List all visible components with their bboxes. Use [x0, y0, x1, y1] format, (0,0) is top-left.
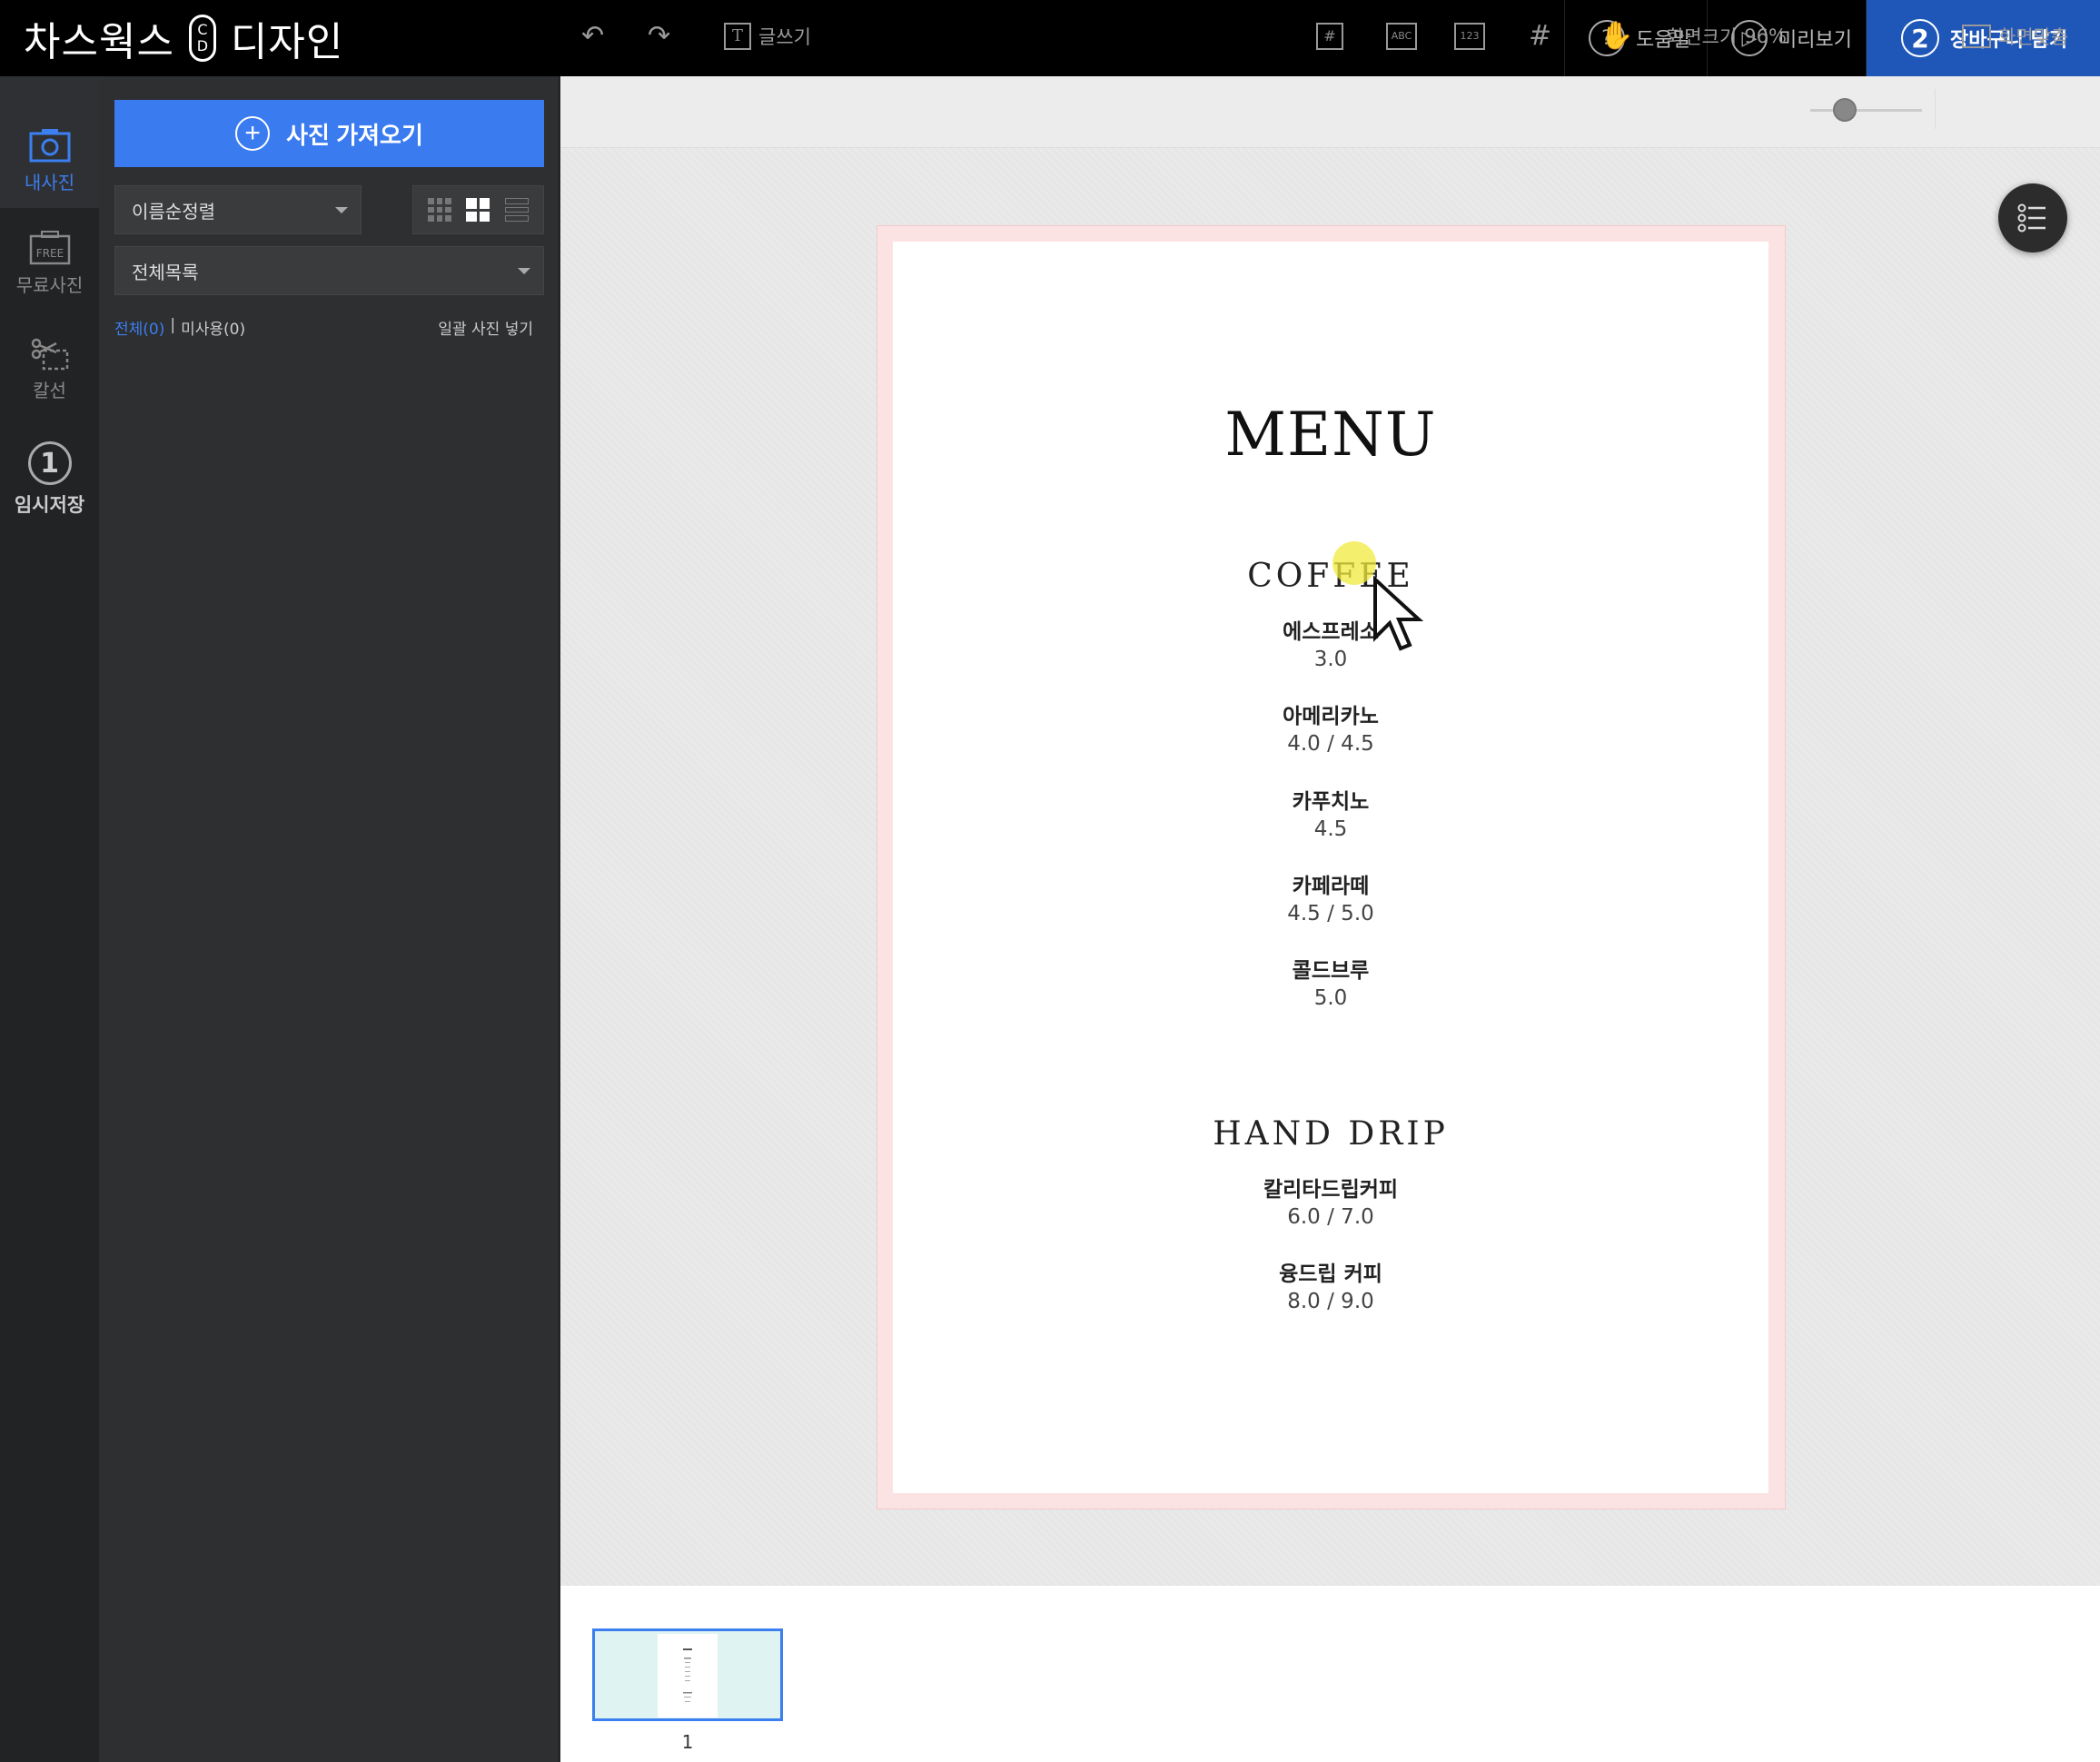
- hand-icon: ✋: [1600, 20, 1634, 52]
- layer-list-button[interactable]: [1998, 183, 2067, 252]
- fit-screen-button[interactable]: 화면맞춤: [1962, 0, 2068, 72]
- rail-item-my-photos[interactable]: 내사진: [0, 76, 99, 208]
- menu-item[interactable]: 칼리타드립커피 6.0 / 7.0: [893, 1176, 1768, 1231]
- write-text-button[interactable]: T 글쓰기: [724, 0, 811, 72]
- step-one-icon: 1: [27, 441, 72, 485]
- toolbar-divider: [1935, 89, 1936, 129]
- filter-separator: |: [170, 316, 176, 334]
- number-icon: 123: [1454, 22, 1485, 50]
- write-text-label: 글쓰기: [758, 25, 811, 48]
- redo-button[interactable]: ↷: [648, 0, 670, 72]
- sort-select-value: 이름순정렬: [132, 200, 215, 223]
- mouse-pointer-icon: [1373, 576, 1424, 651]
- left-rail: 내사진 FREE 무료사진 칼선 1 임시저장: [0, 76, 99, 1762]
- rail-label-cutline: 칼선: [33, 380, 66, 401]
- coffee-section-title[interactable]: COFFEE: [893, 558, 1768, 595]
- import-photos-button[interactable]: + 사진 가져오기: [114, 100, 544, 167]
- menu-item[interactable]: 콜드브루 5.0: [893, 957, 1768, 1012]
- free-photo-icon: FREE: [29, 231, 70, 265]
- plus-icon: +: [235, 116, 271, 151]
- brand-name-left: 차스웍스: [24, 19, 174, 65]
- step-two-icon: 2: [1901, 19, 1939, 57]
- photo-filter-row: 전체(0) | 미사용(0) 일괄 사진 넣기: [114, 316, 544, 339]
- zoom-readout: 화면크기 96%: [1667, 0, 1787, 72]
- sort-select[interactable]: 이름순정렬: [114, 185, 362, 234]
- grid-icon: #: [1529, 20, 1552, 52]
- hand-pan-button[interactable]: ✋: [1600, 0, 1633, 72]
- chevron-down-icon: [335, 207, 348, 213]
- menu-item[interactable]: 에스프레소 3.0: [893, 619, 1768, 673]
- filter-all-link[interactable]: 전체(0): [114, 316, 164, 339]
- import-photos-label: 사진 가져오기: [286, 121, 423, 149]
- thumbnail-content: [683, 1648, 692, 1702]
- list-icon: [2017, 203, 2046, 233]
- abc-icon: ABC: [1386, 22, 1417, 50]
- preview-label: 미리보기: [1778, 29, 1852, 52]
- zoom-label: 화면크기: [1667, 25, 1738, 48]
- cursor-highlight: [1332, 541, 1376, 585]
- large-grid-view-icon[interactable]: [466, 198, 490, 222]
- photo-panel: + 사진 가져오기 이름순정렬 전체목록 전체(0) | 미사용(0) 일괄 사…: [99, 76, 560, 1762]
- fit-screen-icon: [1962, 24, 1991, 48]
- hash-doc-icon: #: [1316, 22, 1343, 50]
- rail-item-free-photos[interactable]: FREE 무료사진: [0, 229, 99, 329]
- bulk-insert-button[interactable]: 일괄 사진 넣기: [438, 316, 533, 339]
- menu-item[interactable]: 아메리카노 4.0 / 4.5: [893, 703, 1768, 757]
- filter-unused-link[interactable]: 미사용(0): [181, 316, 245, 339]
- redo-icon: ↷: [648, 20, 671, 52]
- rail-label-my-photos: 내사진: [24, 172, 75, 193]
- abc-text-button[interactable]: ABC: [1386, 0, 1417, 72]
- zoom-slider-track[interactable]: [1810, 109, 1922, 112]
- editor-toolbar: [560, 76, 2100, 148]
- chevron-down-icon: [518, 268, 530, 274]
- rail-label-temp-save: 임시저장: [14, 494, 85, 516]
- list-view-icon[interactable]: [504, 198, 529, 222]
- rail-item-temp-save[interactable]: 1 임시저장: [0, 431, 99, 539]
- undo-icon: ↶: [581, 20, 605, 52]
- text-tool-icon: T: [724, 22, 751, 50]
- number-button[interactable]: 123: [1454, 0, 1485, 72]
- menu-item[interactable]: 카페라떼 4.5 / 5.0: [893, 873, 1768, 927]
- menu-item[interactable]: 융드립 커피 8.0 / 9.0: [893, 1261, 1768, 1315]
- svg-text:FREE: FREE: [35, 247, 63, 260]
- page-thumbnail-preview: [658, 1634, 718, 1717]
- brand-logo: 차스웍스 C D 디자인: [24, 11, 343, 65]
- page-strip: [560, 1586, 2100, 1762]
- grid-button[interactable]: #: [1529, 0, 1551, 72]
- rail-item-cutline[interactable]: 칼선: [0, 329, 99, 436]
- page-number-button[interactable]: #: [1316, 0, 1343, 72]
- album-select[interactable]: 전체목록: [114, 246, 544, 295]
- rail-label-free-photos: 무료사진: [15, 274, 84, 296]
- menu-item[interactable]: 카푸치노 4.5: [893, 788, 1768, 843]
- hand-drip-section-title[interactable]: HAND DRIP: [893, 1115, 1768, 1153]
- zoom-slider-handle[interactable]: [1833, 98, 1857, 122]
- view-mode-toggle: [412, 185, 544, 234]
- small-grid-view-icon[interactable]: [428, 198, 452, 222]
- brand-name-right: 디자인: [230, 19, 344, 65]
- undo-button[interactable]: ↶: [581, 0, 604, 72]
- menu-title[interactable]: MENU: [893, 400, 1768, 470]
- fit-screen-label: 화면맞춤: [1998, 25, 2069, 48]
- scissors-icon: [31, 338, 68, 371]
- cd-logo-icon: C D: [188, 15, 216, 62]
- camera-icon: [29, 129, 70, 163]
- page-number-label: 1: [681, 1731, 694, 1753]
- album-select-value: 전체목록: [132, 261, 199, 283]
- zoom-value: 96%: [1744, 25, 1787, 47]
